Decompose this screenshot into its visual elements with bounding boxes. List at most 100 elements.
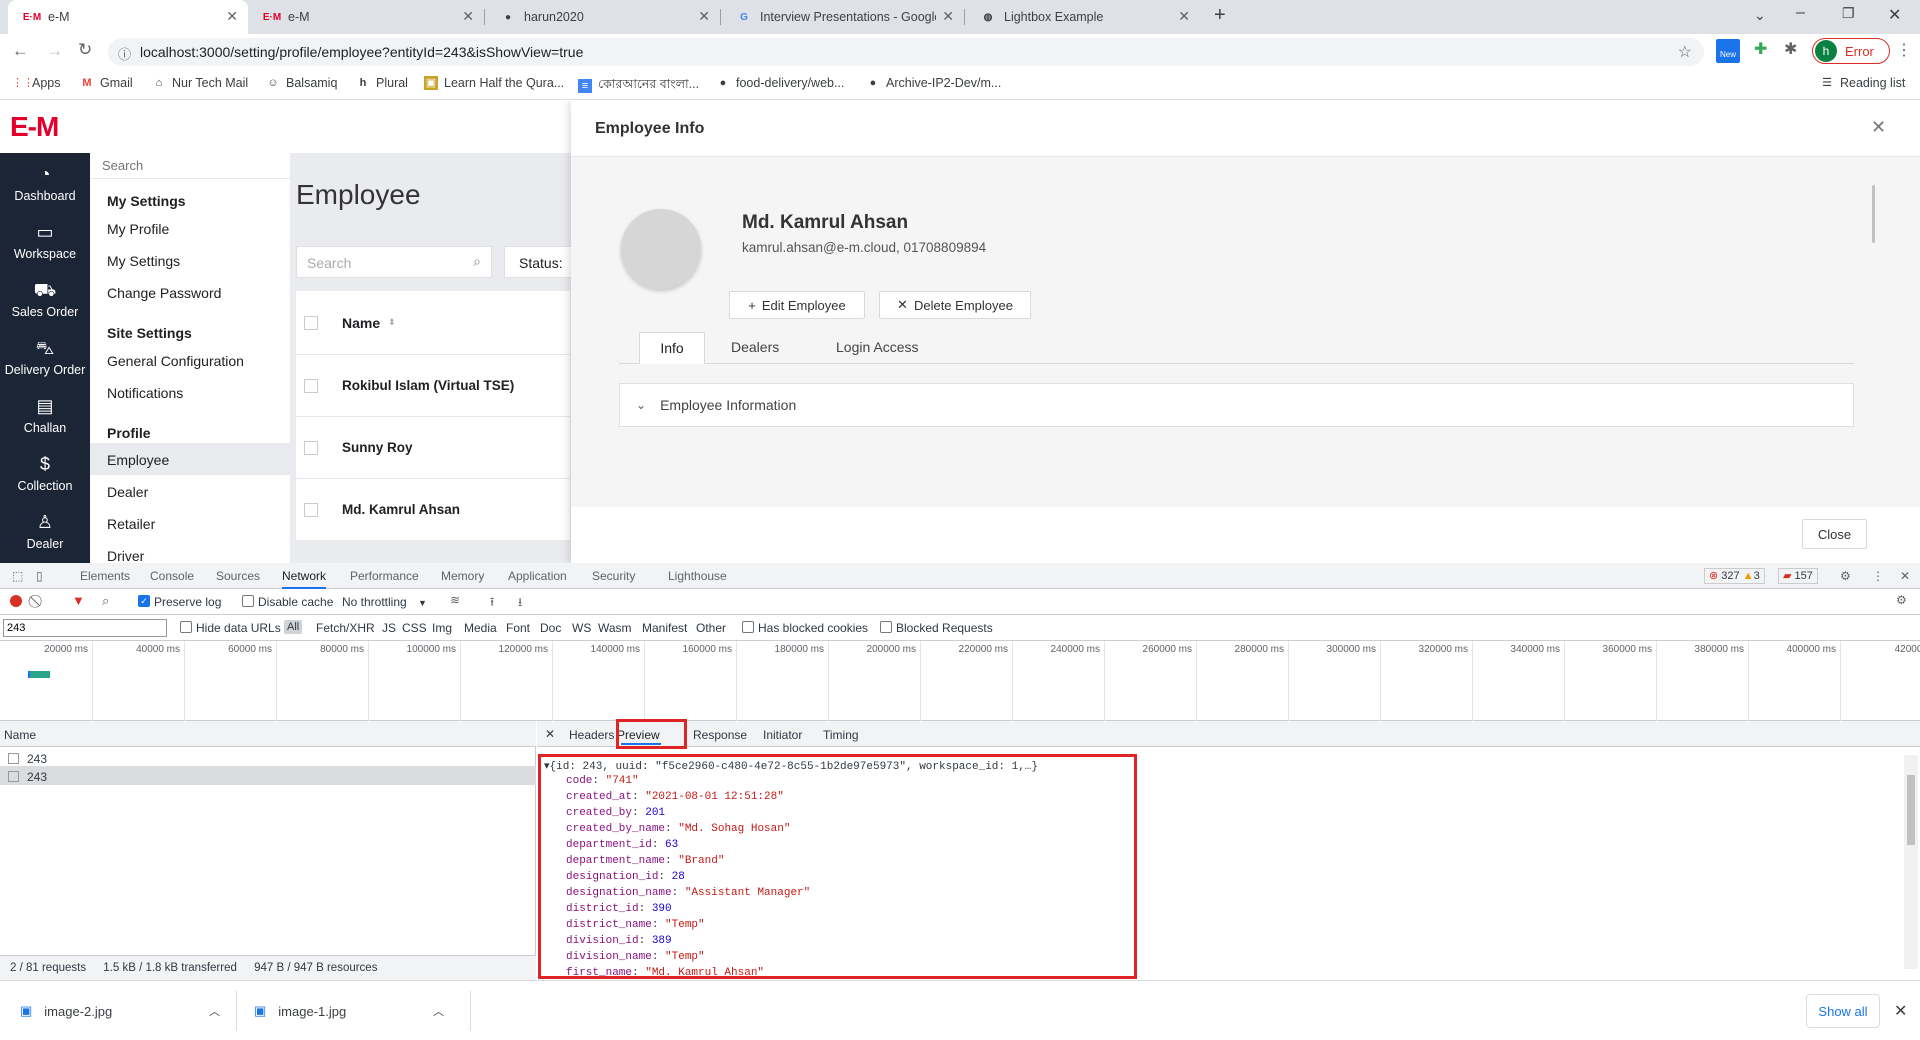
new-tab-icon[interactable]: + bbox=[1214, 4, 1226, 27]
json-field[interactable]: designation_name: "Assistant Manager" bbox=[566, 887, 810, 899]
nav-workspace[interactable]: ▭ Workspace bbox=[0, 221, 90, 261]
json-field[interactable]: district_id: 390 bbox=[566, 903, 672, 915]
filter-wasm[interactable]: Wasm bbox=[598, 621, 632, 635]
extensions-puzzle-icon[interactable]: ✱ bbox=[1784, 39, 1797, 59]
tab-console[interactable]: Console bbox=[150, 563, 194, 589]
network-timeline[interactable]: 20000 ms 40000 ms 60000 ms 80000 ms 100000 m… bbox=[0, 641, 1920, 721]
nav-dashboard[interactable]: ◔ Dashboard bbox=[0, 163, 90, 203]
filter-manifest[interactable]: Manifest bbox=[642, 621, 687, 635]
scrollbar[interactable] bbox=[1872, 185, 1875, 243]
blocked-requests-checkbox[interactable] bbox=[880, 621, 892, 633]
close-icon[interactable]: ✕ bbox=[1871, 117, 1886, 138]
row-checkbox[interactable] bbox=[304, 378, 318, 393]
forward-icon[interactable]: → bbox=[46, 41, 63, 61]
bookmark-quran[interactable]: ▣ Learn Half the Qura... bbox=[424, 76, 564, 90]
tab-search-icon[interactable]: ⌄ bbox=[1754, 7, 1766, 24]
tab-lighthouse[interactable]: Lighthouse bbox=[668, 563, 727, 589]
close-window-icon[interactable]: ✕ bbox=[1888, 5, 1901, 25]
filter-css[interactable]: CSS bbox=[402, 621, 427, 635]
menu-retailer[interactable]: Retailer bbox=[107, 516, 155, 532]
tab-response[interactable]: Response bbox=[693, 728, 747, 742]
tab-headers[interactable]: Headers bbox=[569, 728, 614, 742]
bookmark-nurtech[interactable]: ⌂ Nur Tech Mail bbox=[152, 76, 249, 90]
column-header-name[interactable]: Name bbox=[0, 721, 536, 747]
menu-employee[interactable]: Employee bbox=[90, 443, 290, 475]
edit-employee-button[interactable]: + Edit Employee bbox=[729, 291, 865, 319]
browser-tab[interactable]: ● harun2020 ✕ bbox=[484, 0, 721, 34]
nav-challan[interactable]: ▤ Challan bbox=[0, 395, 90, 435]
tab-memory[interactable]: Memory bbox=[441, 563, 484, 589]
tab-login-access[interactable]: Login Access bbox=[836, 339, 919, 355]
import-har-icon[interactable]: ⭱ bbox=[490, 593, 494, 614]
device-toolbar-icon[interactable]: ▯ bbox=[36, 563, 43, 589]
extension-new-icon[interactable]: New bbox=[1716, 39, 1740, 63]
tab-network[interactable]: Network bbox=[282, 563, 327, 589]
filter-media[interactable]: Media bbox=[464, 621, 497, 635]
preview-scrollbar[interactable] bbox=[1904, 755, 1918, 969]
json-field[interactable]: designation_id: 28 bbox=[566, 871, 685, 883]
more-options-icon[interactable]: ⋮ bbox=[1872, 563, 1884, 589]
filter-input[interactable] bbox=[3, 619, 167, 637]
network-conditions-icon[interactable]: ≋ bbox=[450, 593, 460, 607]
extension-plus-icon[interactable]: ✚ bbox=[1754, 39, 1767, 59]
bookmark-star-icon[interactable]: ☆ bbox=[1678, 42, 1692, 62]
menu-notifications[interactable]: Notifications bbox=[107, 385, 183, 401]
json-field[interactable]: department_id: 63 bbox=[566, 839, 678, 851]
sort-icon[interactable]: ⬍ bbox=[388, 317, 396, 328]
bookmark-balsamiq[interactable]: ☺ Balsamiq bbox=[266, 76, 337, 90]
inspect-icon[interactable]: ⬚ bbox=[12, 563, 23, 589]
close-detail-icon[interactable]: ✕ bbox=[545, 727, 555, 741]
chevron-up-icon[interactable]: ︿ bbox=[209, 1003, 220, 1019]
menu-driver[interactable]: Driver bbox=[107, 548, 144, 563]
close-tab-icon[interactable]: ✕ bbox=[698, 8, 710, 25]
row-checkbox[interactable] bbox=[304, 440, 318, 455]
close-tab-icon[interactable]: ✕ bbox=[942, 8, 954, 25]
request-row[interactable]: 243 bbox=[0, 749, 536, 766]
column-header-name[interactable]: Name bbox=[342, 315, 380, 331]
filter-doc[interactable]: Doc bbox=[540, 621, 561, 635]
tab-performance[interactable]: Performance bbox=[350, 563, 419, 589]
menu-my-settings[interactable]: My Settings bbox=[107, 253, 180, 269]
nav-delivery-order[interactable]: ⛍ Delivery Order bbox=[0, 337, 90, 377]
json-field[interactable]: created_at: "2021-08-01 12:51:28" bbox=[566, 791, 784, 803]
filter-other[interactable]: Other bbox=[696, 621, 726, 635]
restore-icon[interactable]: ❐ bbox=[1842, 5, 1855, 22]
profile-error-button[interactable]: h Error bbox=[1812, 38, 1890, 64]
reload-icon[interactable]: ↻ bbox=[78, 40, 92, 60]
tab-elements[interactable]: Elements bbox=[80, 563, 130, 589]
filter-ws[interactable]: WS bbox=[572, 621, 591, 635]
nav-dealer[interactable]: ♙ Dealer bbox=[0, 511, 90, 551]
menu-general-configuration[interactable]: General Configuration bbox=[107, 353, 244, 369]
employee-search-input[interactable]: Search ⌕ bbox=[296, 246, 492, 278]
filter-all[interactable]: All bbox=[284, 620, 303, 634]
show-all-button[interactable]: Show all bbox=[1806, 994, 1880, 1028]
error-warning-counter[interactable]: ⊗ 327 ▲3 bbox=[1704, 568, 1765, 584]
row-checkbox[interactable] bbox=[304, 502, 318, 517]
settings-gear-icon[interactable]: ⚙ bbox=[1840, 563, 1851, 589]
close-button[interactable]: Close bbox=[1802, 519, 1867, 549]
bookmark-archive[interactable]: ● Archive-IP2-Dev/m... bbox=[866, 76, 1002, 90]
close-devtools-icon[interactable]: ✕ bbox=[1900, 563, 1910, 589]
filter-font[interactable]: Font bbox=[506, 621, 530, 635]
tab-dealers[interactable]: Dealers bbox=[731, 339, 779, 355]
throttling-select[interactable]: No throttling ▼ bbox=[342, 595, 427, 609]
close-downloads-icon[interactable]: ✕ bbox=[1894, 991, 1907, 1031]
bookmark-bangla[interactable]: ≡ কোরআনের বাংলা... bbox=[578, 76, 699, 96]
json-field[interactable]: created_by_name: "Md. Sohag Hosan" bbox=[566, 823, 790, 835]
search-icon[interactable]: ⌕ bbox=[102, 593, 109, 609]
json-field[interactable]: code: "741" bbox=[566, 775, 639, 787]
tab-security[interactable]: Security bbox=[592, 563, 635, 589]
close-tab-icon[interactable]: ✕ bbox=[226, 8, 238, 25]
filter-icon[interactable]: ▼ bbox=[72, 593, 85, 608]
request-row-selected[interactable]: 243 bbox=[0, 766, 536, 785]
table-row[interactable]: Rokibul Islam (Virtual TSE) bbox=[296, 355, 570, 417]
close-tab-icon[interactable]: ✕ bbox=[462, 8, 474, 25]
download-item[interactable]: ▣ image-1.jpg ︿ bbox=[254, 991, 454, 1031]
back-icon[interactable]: ← bbox=[12, 41, 29, 61]
info-icon[interactable]: ⓘ bbox=[118, 44, 131, 63]
tab-application[interactable]: Application bbox=[508, 563, 567, 589]
nav-sales-order[interactable]: ⛟ Sales Order bbox=[0, 279, 90, 319]
table-row[interactable]: Md. Kamrul Ahsan bbox=[296, 479, 570, 541]
filter-img[interactable]: Img bbox=[432, 621, 452, 635]
reading-list-button[interactable]: ☰ Reading list bbox=[1820, 76, 1905, 90]
